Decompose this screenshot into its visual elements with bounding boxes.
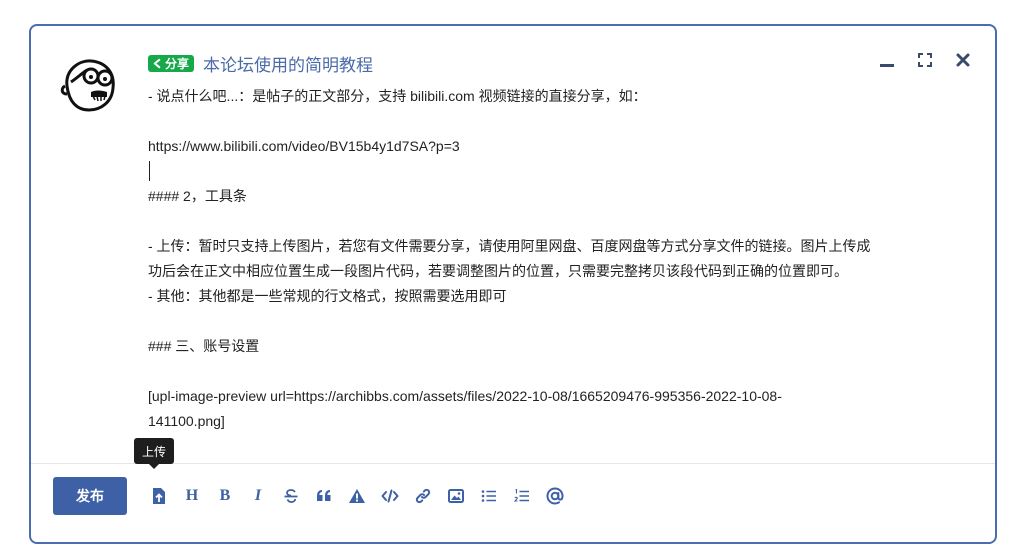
avatar-face-icon <box>60 59 115 112</box>
bulleted-list-icon <box>481 490 496 502</box>
image-button[interactable] <box>444 482 468 510</box>
post-body-editor[interactable]: - 说点什么吧...：是帖子的正文部分，支持 bilibili.com 视频链接… <box>148 84 978 434</box>
share-icon <box>153 58 161 68</box>
italic-button[interactable]: I <box>246 482 270 510</box>
composer-panel: 分享 本论坛使用的简明教程 - 说点什么吧...：是帖子的正文部分，支持 bil… <box>29 24 997 544</box>
editor-line-link: https://www.bilibili.com/video/BV15b4y1d… <box>148 138 460 154</box>
editor-cursor-line <box>148 159 978 184</box>
fullscreen-icon <box>918 53 932 67</box>
image-icon <box>448 489 464 503</box>
link-icon <box>415 488 431 504</box>
link-button[interactable] <box>411 482 435 510</box>
code-icon <box>381 489 399 503</box>
strikethrough-button[interactable] <box>279 482 303 510</box>
share-badge-label: 分享 <box>165 56 190 71</box>
minimize-button[interactable] <box>877 50 897 70</box>
editor-line: 功后会在正文中相应位置生成一段图片代码，若要调整图片的位置，只需要完整拷贝该段代… <box>148 263 848 279</box>
upload-button[interactable] <box>147 482 171 510</box>
mention-icon <box>546 487 564 505</box>
post-header: 分享 本论坛使用的简明教程 <box>148 51 373 75</box>
editor-blank-line <box>148 109 978 134</box>
upload-icon <box>153 488 165 504</box>
editor-blank-line <box>148 209 978 234</box>
numbered-list-icon <box>514 489 529 502</box>
upload-tooltip: 上传 <box>134 438 175 469</box>
editor-line: - 上传：暂时只支持上传图片，若您有文件需要分享，请使用阿里网盘、百度网盘等方式… <box>148 238 871 254</box>
toolbar-divider <box>31 463 995 464</box>
editor-blank-line <box>148 309 978 334</box>
strikethrough-icon <box>284 489 298 503</box>
close-icon <box>956 53 970 67</box>
code-button[interactable] <box>378 482 402 510</box>
editor-line: ### 三、账号设置 <box>148 338 260 354</box>
fullscreen-button[interactable] <box>915 50 935 70</box>
avatar[interactable] <box>57 52 121 116</box>
quote-button[interactable] <box>312 482 336 510</box>
quote-icon <box>317 490 331 501</box>
mention-button[interactable] <box>543 482 567 510</box>
editor-line: 141100.png] <box>148 413 225 429</box>
editor-line: [upl-image-preview url=https://archibbs.… <box>148 388 782 404</box>
publish-button[interactable]: 发布 <box>53 477 127 515</box>
heading-button[interactable]: H <box>180 482 204 510</box>
formatting-toolbar: H B I <box>147 482 576 510</box>
editor-blank-line <box>148 359 978 384</box>
numbered-list-button[interactable] <box>510 482 534 510</box>
bold-button[interactable]: B <box>213 482 237 510</box>
editor-line: #### 2，工具条 <box>148 188 247 204</box>
post-title[interactable]: 本论坛使用的简明教程 <box>203 51 373 76</box>
spoiler-button[interactable] <box>345 482 369 510</box>
editor-line: - 其他：其他都是一些常规的行文格式，按照需要选用即可 <box>148 288 507 304</box>
bulleted-list-button[interactable] <box>477 482 501 510</box>
text-cursor <box>149 161 150 181</box>
share-badge[interactable]: 分享 <box>148 54 195 72</box>
minimize-icon <box>880 64 894 67</box>
close-button[interactable] <box>953 50 973 70</box>
spoiler-warning-icon <box>349 489 365 503</box>
editor-line: - 说点什么吧...：是帖子的正文部分，支持 bilibili.com 视频链接… <box>148 88 647 104</box>
window-controls <box>859 50 973 70</box>
